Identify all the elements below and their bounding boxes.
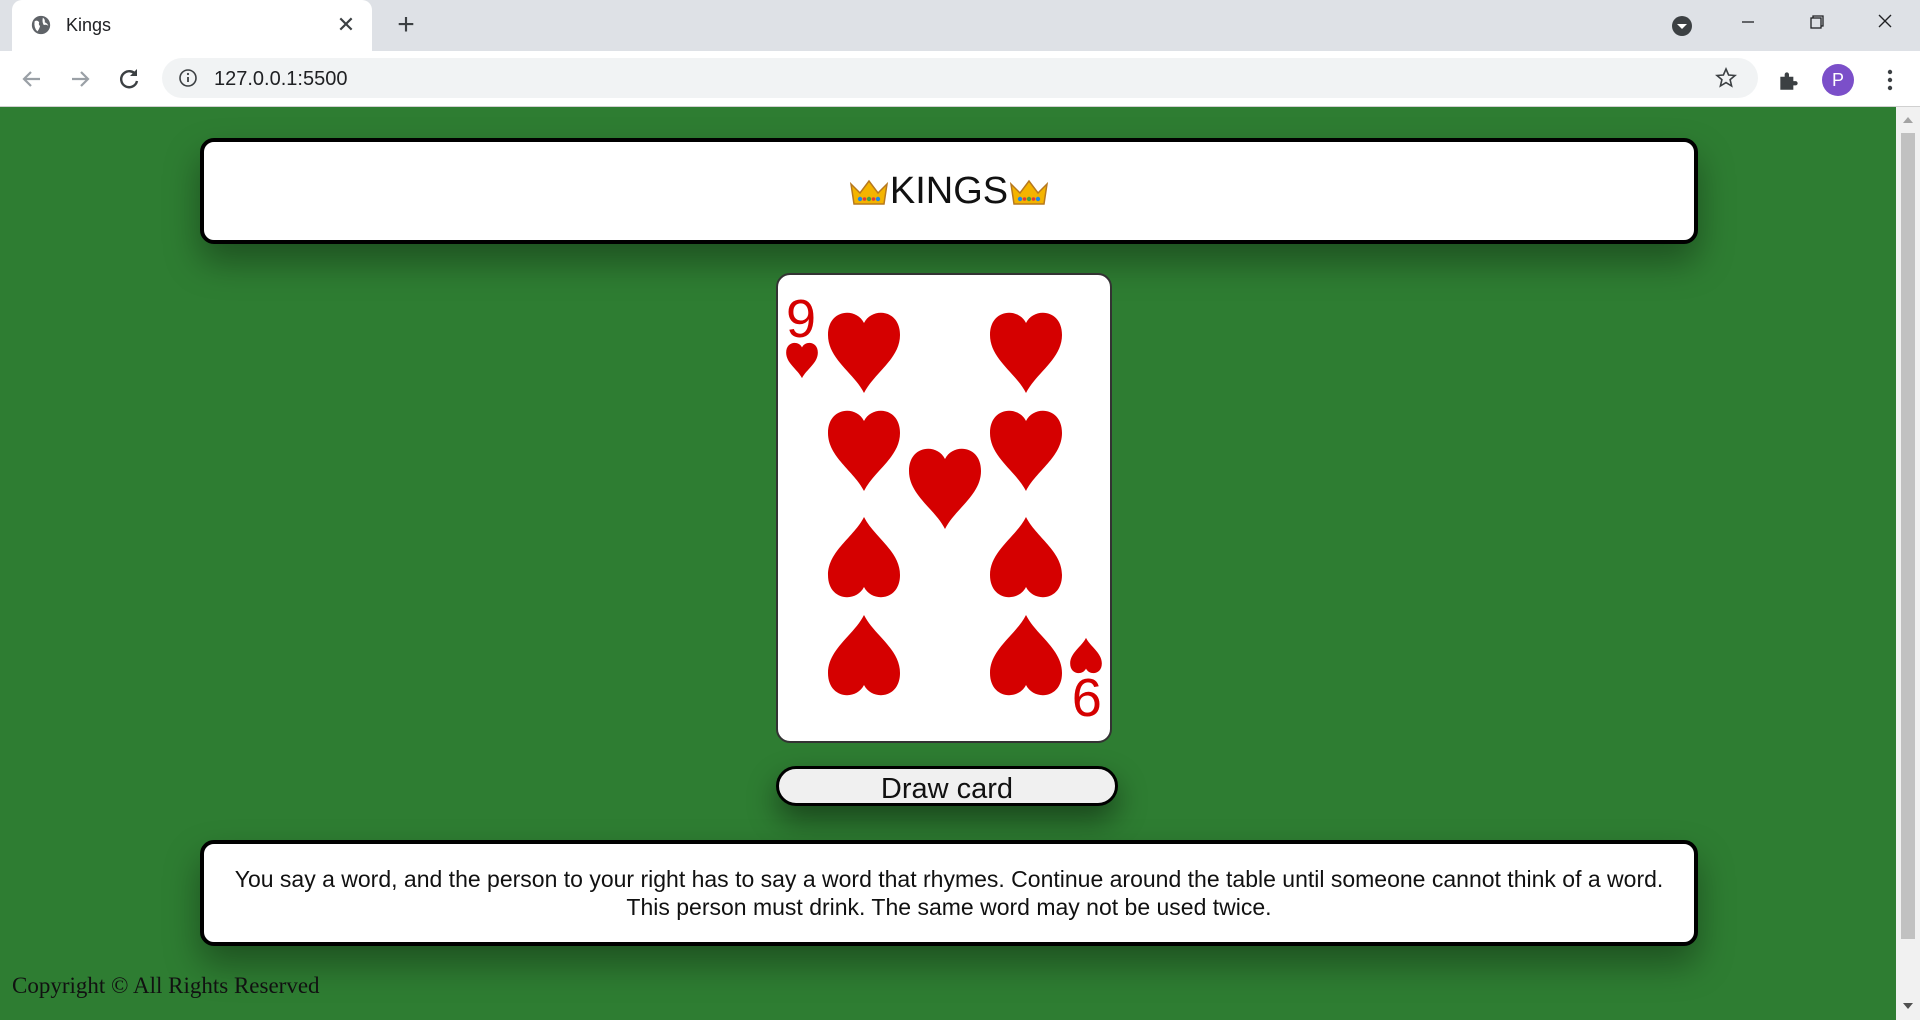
heart-pip xyxy=(990,312,1062,393)
heart-pip xyxy=(909,448,981,529)
back-icon[interactable] xyxy=(16,63,48,95)
browser-toolbar: 127.0.0.1:5500 P xyxy=(0,51,1920,107)
vertical-scrollbar[interactable] xyxy=(1896,107,1920,1020)
heart-pip xyxy=(828,312,900,393)
page-content: KINGS 9 9 Draw card You say a word, and … xyxy=(0,107,1896,1020)
heart-pip xyxy=(990,517,1062,598)
scrollbar-thumb[interactable] xyxy=(1901,133,1915,939)
copyright-footer: Copyright © All Rights Reserved xyxy=(12,973,320,998)
reload-icon[interactable] xyxy=(113,63,145,95)
scroll-down-arrow-icon[interactable] xyxy=(1896,997,1920,1015)
heart-pip xyxy=(828,410,900,491)
rank-label-top: 9 xyxy=(786,289,816,349)
address-bar[interactable]: 127.0.0.1:5500 xyxy=(162,58,1758,98)
corner-heart-icon xyxy=(786,342,818,379)
rule-description-box: You say a word, and the person to your r… xyxy=(200,840,1698,946)
new-tab-icon[interactable]: + xyxy=(390,10,422,42)
corner-heart-icon xyxy=(1070,637,1102,674)
page-title: KINGS xyxy=(848,170,1050,213)
rank-label-bottom: 9 xyxy=(1072,667,1102,727)
bookmark-star-icon[interactable] xyxy=(1714,66,1738,90)
close-tab-icon[interactable]: ✕ xyxy=(334,13,358,37)
title-banner: KINGS xyxy=(200,138,1698,244)
crown-icon xyxy=(849,180,888,206)
tab-title: Kings xyxy=(66,15,112,35)
title-label: KINGS xyxy=(889,169,1009,212)
tab-search-icon[interactable] xyxy=(1670,14,1694,38)
extensions-icon[interactable] xyxy=(1776,67,1802,93)
restore-icon[interactable] xyxy=(1794,8,1840,36)
heart-pip xyxy=(990,615,1062,696)
url-text: 127.0.0.1:5500 xyxy=(214,68,348,90)
crown-icon xyxy=(1010,180,1049,206)
forward-icon[interactable] xyxy=(64,63,96,95)
kebab-menu-icon[interactable] xyxy=(1878,67,1902,93)
profile-avatar[interactable]: P xyxy=(1822,64,1854,96)
browser-tab-bar: Kings ✕ + xyxy=(0,0,1920,51)
window-close-icon[interactable] xyxy=(1862,8,1908,36)
playing-card-nine-of-hearts: 9 9 xyxy=(776,273,1112,743)
rule-text: You say a word, and the person to your r… xyxy=(234,866,1664,920)
browser-tab[interactable]: Kings ✕ xyxy=(12,0,372,51)
globe-icon xyxy=(31,15,51,35)
minimize-icon[interactable] xyxy=(1725,8,1771,36)
heart-pip xyxy=(828,615,900,696)
scroll-up-arrow-icon[interactable] xyxy=(1896,111,1920,129)
heart-pip xyxy=(990,410,1062,491)
info-icon[interactable] xyxy=(178,68,198,88)
draw-card-button[interactable]: Draw card xyxy=(776,766,1118,806)
heart-pip xyxy=(828,517,900,598)
